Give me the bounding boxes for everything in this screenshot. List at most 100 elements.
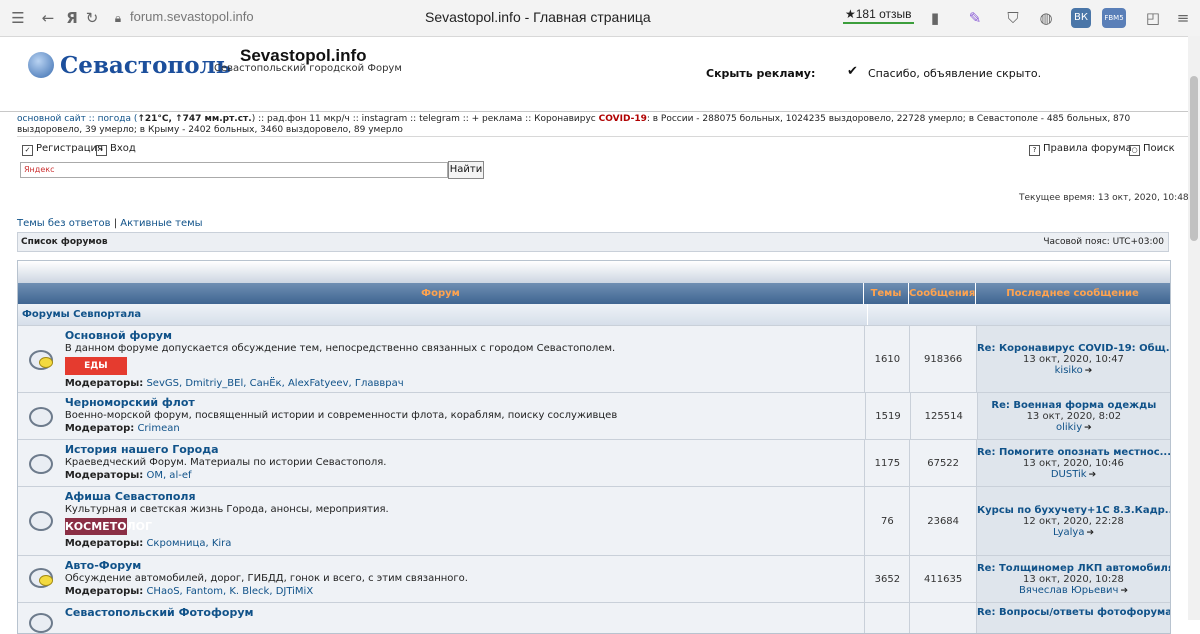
last-post: Re: Помогите опознать местнос... 13 окт,… [976,440,1170,486]
login-icon: • [96,145,107,156]
edit-icon: ✓ [22,145,33,156]
last-post: Re: Военная форма одежды 13 окт, 2020, 8… [977,393,1170,439]
quick-links: Темы без ответов | Активные темы [17,218,203,229]
topics-count: 1610 [865,326,911,392]
scrollbar-thumb[interactable] [1190,76,1198,241]
weather-value: ↑21°C, ↑747 мм.рт.ст. [137,114,252,124]
scrollbar[interactable] [1188,36,1200,620]
topics-count: 1175 [865,440,911,486]
unanswered-link[interactable]: Темы без ответов [17,218,111,229]
search-button[interactable]: Найти [448,161,484,179]
table-row: Авто-Форум Обсуждение автомобилей, дорог… [18,555,1170,602]
forum-read-icon [29,613,53,633]
reviews-badge[interactable]: ★181 отзыв [843,7,914,24]
last-post-user[interactable]: Вячеслав Юрьевич [1019,585,1119,596]
ad-banner[interactable]: ЕДЫ [64,357,127,375]
forum-list-link[interactable]: Список форумов [21,237,108,247]
site-logo[interactable]: Севастополь [60,52,231,79]
forum-description: Обсуждение автомобилей, дорог, ГИБДД, го… [64,573,468,584]
category-row: Форумы Севпортала [18,304,1170,325]
last-post-user[interactable]: Lyalya [1053,527,1085,538]
last-post-title[interactable]: Re: Коронавирус COVID-19: Общ... [977,343,1170,354]
last-post-title[interactable]: Re: Военная форма одежды [978,400,1170,411]
last-post-user[interactable]: DUSTik [1051,469,1087,480]
table-header: Форум Темы Сообщения Последнее сообщение [18,283,1170,304]
downloads-icon[interactable]: ≡ [1173,8,1193,28]
forum-new-posts-icon [29,350,53,370]
last-post-date: 13 окт, 2020, 10:28 [1023,573,1124,585]
table-row: Черноморский флот Военно-морской форум, … [18,392,1170,439]
forum-new-posts-icon [29,568,53,588]
ad-hidden-message: Спасибо, объявление скрыто. [868,67,1042,80]
posts-count: 411635 [910,556,977,602]
search-input[interactable]: Яндекс [20,162,448,178]
lock-icon[interactable]: 🔒︎ [108,8,128,28]
last-post: Re: Вопросы/ответы фотофорума. [976,603,1170,633]
col-forum: Форум [18,283,864,304]
forum-title[interactable]: Черноморский флот [65,396,861,409]
forum-description: Краеведческий Форум. Материалы по истори… [64,457,387,468]
last-post: Re: Коронавирус COVID-19: Общ... 13 окт,… [976,326,1170,392]
active-topics-link[interactable]: Активные темы [120,218,202,229]
last-post-user[interactable]: olikiy [1056,422,1082,433]
bookmark-icon[interactable]: ▮ [925,8,945,28]
table-top-band [18,261,1170,283]
ad-banner[interactable]: КОСМЕТОЛОГ [64,518,152,535]
pen-icon[interactable]: ✎ [965,8,985,28]
search-link[interactable]: ○ Поиск [1129,143,1175,156]
page-title: Sevastopol.info - Главная страница [425,9,651,25]
extension-icon[interactable]: ◰ [1143,8,1163,28]
table-row: Афиша Севастополя Культурная и светская … [18,486,1170,555]
forum-title[interactable]: Афиша Севастополя [65,490,861,503]
forum-title[interactable]: История нашего Города [65,443,861,456]
posts-count: 67522 [910,440,977,486]
logo-icon[interactable] [28,52,54,78]
yandex-icon[interactable]: Я [62,8,82,28]
last-post: Re: Толщиномер ЛКП автомобиля... 13 окт,… [976,556,1170,602]
register-link[interactable]: ✓ Регистрация [22,143,103,156]
forum-title[interactable]: Севастопольский Фотофорум [65,606,861,619]
forum-read-icon [29,511,53,531]
last-post-user[interactable]: kisiko [1055,365,1083,376]
last-post-title[interactable]: Курсы по бухучету+1С 8.3.Кадр... [977,505,1170,516]
table-row: Севастопольский Фотофорум Re: Вопросы/от… [18,602,1170,633]
reload-icon[interactable]: ↻ [82,8,102,28]
posts-count: 125514 [911,393,978,439]
forum-title[interactable]: Авто-Форум [65,559,861,572]
shield-icon[interactable]: ⛉ [1003,8,1023,28]
current-time: Текущее время: 13 окт, 2020, 10:48 [1019,193,1189,203]
rules-link[interactable]: ? Правила форума [1029,143,1132,156]
extension-badge-icon[interactable]: FBM5 [1102,8,1126,28]
forum-breadcrumb-bar: Список форумов Часовой пояс: UTC+03:00 [17,232,1169,252]
globe-icon[interactable]: ◍ [1036,8,1056,28]
separator: | [110,218,121,229]
table-row: История нашего Города Краеведческий Фору… [18,439,1170,486]
ticker-text[interactable]: ) :: рад.фон 11 мкр/ч :: instagram :: te… [252,114,599,124]
goto-post-icon[interactable]: ➔ [1120,586,1128,596]
address-bar[interactable]: forum.sevastopol.info [130,9,254,24]
posts-count: 918366 [910,326,977,392]
goto-post-icon[interactable]: ➔ [1089,470,1097,480]
check-icon: ✔ [847,64,858,79]
forum-title[interactable]: Основной форум [65,329,861,342]
ticker-links[interactable]: основной сайт :: погода ( [17,114,137,124]
goto-post-icon[interactable]: ➔ [1086,528,1094,538]
moderators: Модераторы: CHaoS, Fantom, K. Bleck, DJT… [64,586,314,597]
goto-post-icon[interactable]: ➔ [1084,423,1092,433]
login-link[interactable]: • Вход [96,143,136,156]
last-post-date: 13 окт, 2020, 8:02 [1026,410,1122,422]
forum-read-icon [29,454,53,474]
vk-icon[interactable]: ВК [1071,8,1091,28]
goto-post-icon[interactable]: ➔ [1085,366,1093,376]
site-subtitle: Севастопольский городской Форум [214,63,402,74]
last-post-title[interactable]: Re: Толщиномер ЛКП автомобиля... [977,563,1170,574]
moderators: Модератор: Crimean [64,423,180,434]
category-title[interactable]: Форумы Севпортала [18,304,868,325]
last-post-title[interactable]: Re: Вопросы/ответы фотофорума. [977,607,1170,618]
back-icon[interactable]: ← [38,8,58,28]
last-post-title[interactable]: Re: Помогите опознать местнос... [977,447,1170,458]
moderators: Модераторы: OM, al-ef [64,470,192,481]
forum-read-icon [29,407,53,427]
covid-link[interactable]: COVID-19 [599,114,647,124]
menu-icon[interactable]: ☰ [8,8,28,28]
